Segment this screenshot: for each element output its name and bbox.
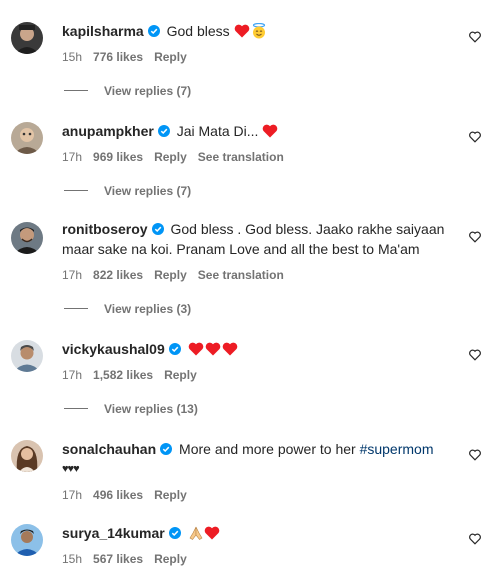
- verified-badge-icon: [157, 125, 170, 137]
- red-heart-icon: [222, 342, 238, 356]
- reply-button[interactable]: Reply: [154, 268, 187, 282]
- like-heart-icon[interactable]: [469, 31, 481, 43]
- reply-button[interactable]: Reply: [154, 488, 187, 502]
- smiling-face-with-halo-icon: [251, 23, 267, 39]
- avatar[interactable]: [11, 222, 43, 254]
- red-heart-icon: [262, 124, 278, 138]
- comment-time: 17h: [62, 488, 83, 502]
- like-heart-icon[interactable]: [469, 231, 481, 243]
- comment-text-line2: maar sake na koi. Pranam Love and all th…: [62, 241, 420, 257]
- verified-badge-icon: [168, 527, 181, 539]
- see-translation-button[interactable]: See translation: [198, 268, 284, 282]
- comment-username[interactable]: kapilsharma: [62, 23, 144, 39]
- avatar[interactable]: [11, 524, 43, 556]
- folded-hands-icon: [188, 525, 204, 541]
- like-heart-icon[interactable]: [469, 131, 481, 143]
- verified-badge-icon: [168, 343, 181, 355]
- red-heart-icon: [234, 24, 250, 38]
- reply-button[interactable]: Reply: [154, 150, 187, 164]
- comment-text: God bless: [166, 23, 230, 39]
- verified-badge-icon: [147, 25, 160, 37]
- comment-text: More and more power to her: [179, 441, 356, 457]
- like-heart-icon[interactable]: [469, 533, 481, 545]
- reply-button[interactable]: Reply: [164, 368, 197, 382]
- see-translation-button[interactable]: See translation: [198, 150, 284, 164]
- red-heart-icon: [205, 342, 221, 356]
- comment-username[interactable]: vickykaushal09: [62, 341, 165, 357]
- red-heart-icon: [204, 526, 220, 540]
- comment-likes[interactable]: 567 likes: [93, 552, 143, 566]
- verified-badge-icon: [160, 443, 173, 455]
- comment-username[interactable]: surya_14kumar: [62, 525, 165, 541]
- replies-divider: [64, 90, 88, 91]
- comment-likes[interactable]: 969 likes: [93, 150, 143, 164]
- comment-username[interactable]: ronitboseroy: [62, 221, 148, 237]
- comment-time: 17h: [62, 368, 83, 382]
- hashtag-link[interactable]: #supermom: [360, 441, 434, 457]
- avatar[interactable]: [11, 440, 43, 472]
- comment-time: 17h: [62, 268, 83, 282]
- comment-text-line2: ♥♥♥: [62, 463, 80, 475]
- like-heart-icon[interactable]: [469, 349, 481, 361]
- view-replies-button[interactable]: View replies (3): [64, 302, 191, 316]
- reply-button[interactable]: Reply: [154, 552, 187, 566]
- view-replies-button[interactable]: View replies (13): [64, 402, 198, 416]
- comment-time: 15h: [62, 50, 83, 64]
- reply-button[interactable]: Reply: [154, 50, 187, 64]
- replies-divider: [64, 408, 88, 409]
- like-heart-icon[interactable]: [469, 449, 481, 461]
- verified-badge-icon: [151, 223, 164, 235]
- comment-likes[interactable]: 496 likes: [93, 488, 143, 502]
- replies-divider: [64, 308, 88, 309]
- comment-text: Jai Mata Di...: [176, 123, 259, 139]
- comment-username[interactable]: sonalchauhan: [62, 441, 156, 457]
- comment-username[interactable]: anupampkher: [62, 123, 154, 139]
- comment-likes[interactable]: 776 likes: [93, 50, 143, 64]
- view-replies-button[interactable]: View replies (7): [64, 184, 191, 198]
- view-replies-button[interactable]: View replies (7): [64, 84, 191, 98]
- avatar[interactable]: [11, 340, 43, 372]
- comment-time: 15h: [62, 552, 83, 566]
- comment-time: 17h: [62, 150, 83, 164]
- avatar[interactable]: [11, 122, 43, 154]
- comment-likes[interactable]: 1,582 likes: [93, 368, 153, 382]
- replies-divider: [64, 190, 88, 191]
- comment-likes[interactable]: 822 likes: [93, 268, 143, 282]
- avatar[interactable]: [11, 22, 43, 54]
- red-heart-icon: [188, 342, 204, 356]
- comment-text-line1: God bless . God bless. Jaako rakhe saiya…: [170, 221, 445, 237]
